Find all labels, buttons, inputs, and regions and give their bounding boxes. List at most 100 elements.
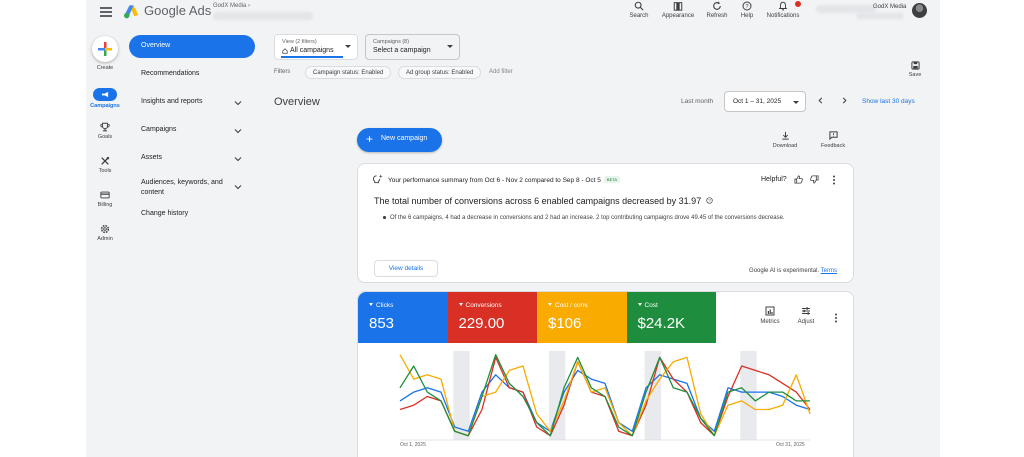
notifications-button[interactable]: Notifications	[763, 1, 803, 19]
help-icon: ?	[742, 1, 752, 11]
rail-item-goals[interactable]: Goals	[86, 122, 124, 140]
appearance-button[interactable]: Appearance	[658, 1, 698, 19]
chevron-left-icon[interactable]	[817, 97, 824, 104]
metric-tile-cost[interactable]: Cost $24.2K	[626, 292, 716, 343]
chevron-down-icon[interactable]	[234, 183, 242, 191]
metric-tile-conversions[interactable]: Conversions 229.00	[447, 292, 537, 343]
metric-tile-cost-per-conv[interactable]: Cost / conv. $106	[537, 292, 627, 343]
download-button[interactable]: Download	[767, 131, 803, 149]
sidebar-item-recommendations[interactable]: Recommendations	[141, 70, 251, 77]
campaign-value: Select a campaign	[373, 47, 431, 54]
ai-disclaimer-text: Google AI is experimental.	[749, 268, 820, 274]
help-label: Help	[740, 13, 754, 19]
caret-down-icon	[447, 45, 453, 48]
performance-insight-card: Your performance summary from Oct 6 - No…	[357, 163, 854, 283]
adjust-label: Adjust	[797, 319, 815, 325]
search-icon	[634, 1, 644, 11]
campaign-selector[interactable]: Campaigns (8) Select a campaign	[365, 34, 460, 60]
metric-value: 229.00	[458, 315, 505, 332]
insight-headline: The total number of conversions across 6…	[374, 196, 713, 206]
feedback-label: Feedback	[820, 143, 846, 149]
view-value: All campaigns	[290, 47, 334, 54]
caret-down-icon	[548, 303, 552, 306]
save-button[interactable]: Save	[904, 61, 926, 78]
x-axis-start-label: Oct 1, 2025	[400, 442, 426, 448]
new-campaign-button[interactable]: + New campaign	[357, 128, 442, 152]
metric-tile-clicks[interactable]: Clicks 853	[358, 292, 448, 343]
account-breadcrumb[interactable]: GodX Media ›	[213, 3, 250, 9]
download-label: Download	[772, 143, 798, 149]
svg-text:?: ?	[708, 198, 711, 203]
help-icon[interactable]: ?	[706, 197, 713, 204]
account-name: GodX Media	[213, 3, 247, 9]
feedback-button[interactable]: Feedback	[815, 131, 851, 149]
adjust-button[interactable]: Adjust	[791, 306, 821, 325]
chevron-right-icon[interactable]	[841, 97, 848, 104]
plus-icon: +	[366, 132, 374, 146]
appearance-icon	[673, 2, 683, 11]
rail-item-admin[interactable]: Admin	[86, 224, 124, 242]
user-email-redacted	[816, 5, 876, 13]
help-button[interactable]: ? Help	[738, 1, 756, 19]
sidebar-audiences-label: Audiences, keywords, and content	[141, 179, 223, 196]
metrics-button[interactable]: Metrics	[755, 306, 785, 325]
view-dropdown[interactable]: View (2 filters) All campaigns	[274, 34, 358, 60]
more-vert-icon[interactable]	[832, 175, 836, 185]
sidebar-recommendations-label: Recommendations	[141, 70, 200, 77]
rail-item-campaigns[interactable]: Campaigns	[86, 88, 124, 109]
beta-badge: BETA	[603, 176, 621, 183]
terms-link[interactable]: Terms	[821, 268, 837, 274]
view-filter-count: View (2 filters)	[282, 39, 317, 45]
insight-headline-text: The total number of conversions across 6…	[374, 196, 702, 206]
show-last-30-days-link[interactable]: Show last 30 days	[862, 98, 915, 105]
chevron-down-icon[interactable]	[234, 155, 242, 163]
metric-label: Conversions	[465, 302, 502, 309]
add-filter-button[interactable]: Add filter	[489, 69, 513, 75]
notification-badge	[795, 1, 801, 7]
caret-down-icon	[369, 303, 373, 306]
top-bar: Google Ads GodX Media › Search Appearanc…	[86, 0, 940, 28]
search-button[interactable]: Search	[627, 1, 651, 19]
metric-value: $106	[548, 315, 582, 332]
sidebar-item-overview[interactable]: Overview	[129, 35, 255, 58]
more-vert-icon[interactable]	[834, 313, 838, 323]
sidebar-overview-label: Overview	[141, 42, 171, 49]
chevron-down-icon[interactable]	[234, 99, 242, 107]
performance-line-chart[interactable]	[358, 343, 854, 457]
insight-detail: Of the 6 campaigns, 4 had a decrease in …	[390, 215, 785, 221]
chevron-right-icon: ›	[248, 3, 251, 9]
user-account-name: GodX Media	[873, 4, 907, 10]
bell-icon	[778, 1, 788, 11]
rail-item-tools[interactable]: Tools	[86, 156, 124, 174]
megaphone-icon	[93, 88, 117, 101]
appearance-label: Appearance	[661, 13, 695, 19]
refresh-label: Refresh	[706, 13, 728, 19]
avatar[interactable]	[912, 3, 927, 18]
tune-icon	[802, 307, 810, 315]
date-range-picker[interactable]: Oct 1 – 31, 2025	[724, 91, 806, 112]
thumbs-down-icon[interactable]	[810, 175, 819, 184]
credit-card-icon	[100, 191, 110, 199]
filter-chip-ad-group-status[interactable]: Ad group status: Enabled	[398, 66, 482, 79]
caret-down-icon	[345, 45, 351, 48]
create-button[interactable]	[92, 36, 118, 62]
rail-admin-label: Admin	[97, 236, 113, 242]
caret-down-icon	[637, 303, 642, 306]
metric-value: 853	[369, 315, 395, 332]
sidebar-item-audiences[interactable]: Audiences, keywords, and content	[141, 178, 233, 198]
insight-header-text: Your performance summary from Oct 6 - No…	[388, 177, 601, 184]
thumbs-up-icon[interactable]	[794, 175, 803, 184]
refresh-button[interactable]: Refresh	[704, 1, 730, 19]
metric-value: $24.2K	[637, 315, 686, 332]
chevron-down-icon[interactable]	[234, 127, 242, 135]
bullet-dot	[383, 216, 386, 219]
rail-item-billing[interactable]: Billing	[86, 190, 124, 208]
filter-chip-campaign-status[interactable]: Campaign status: Enabled	[305, 66, 392, 79]
filters-label: Filters	[274, 69, 291, 75]
hamburger-menu-icon[interactable]	[100, 7, 112, 17]
view-details-button[interactable]: View details	[374, 260, 438, 277]
sidebar-item-change-history[interactable]: Change history	[141, 210, 251, 217]
weekend-band	[740, 351, 757, 440]
metric-label: Clicks	[376, 302, 394, 309]
rail-goals-label: Goals	[97, 134, 113, 140]
